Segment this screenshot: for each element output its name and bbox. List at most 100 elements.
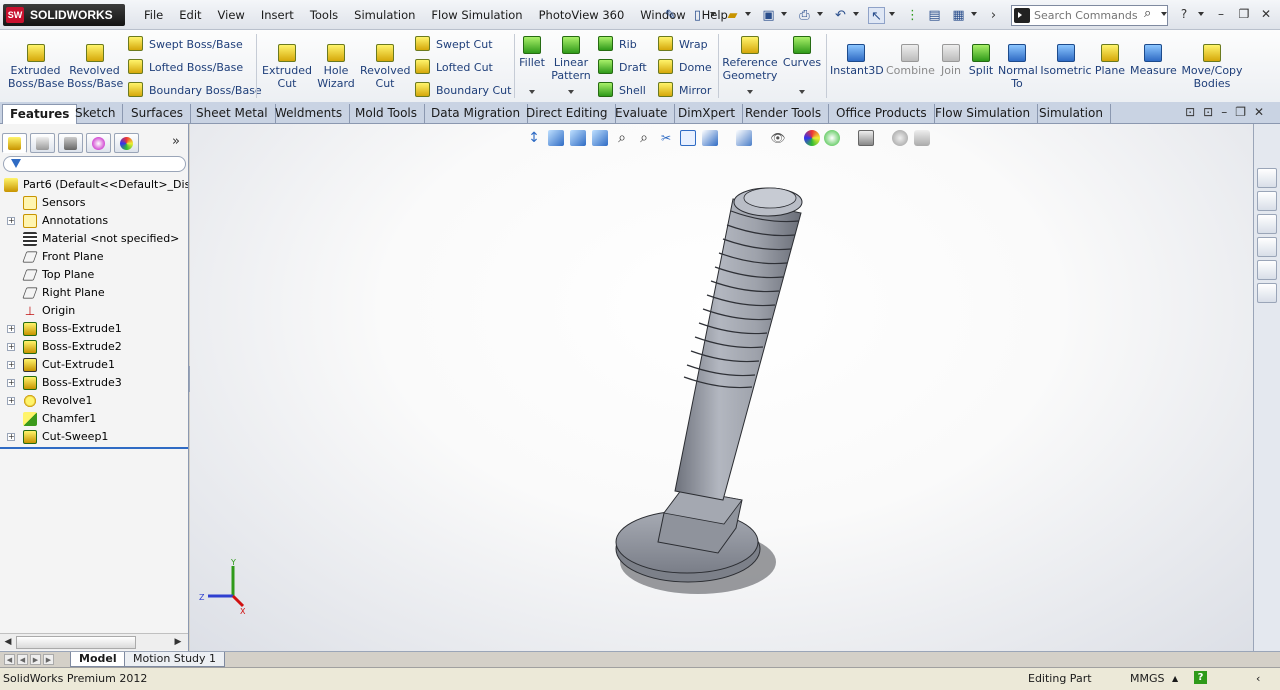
file-explorer-icon[interactable] xyxy=(1257,214,1277,234)
rib-button[interactable]: Rib xyxy=(598,36,637,53)
menu-tools[interactable]: Tools xyxy=(302,8,346,22)
tab-dimxpert[interactable]: DimXpert xyxy=(671,104,744,124)
draft-button[interactable]: Draft xyxy=(598,59,647,76)
tab-features[interactable]: Features xyxy=(2,104,78,125)
pin-icon[interactable]: ✎ xyxy=(662,7,679,24)
tree-item-boss-extrude3[interactable]: + Boss-Extrude3 xyxy=(0,374,188,392)
save-icon[interactable]: ▣ xyxy=(760,7,777,24)
expand-icon[interactable]: + xyxy=(7,361,15,369)
feature-manager-tab[interactable] xyxy=(2,133,27,153)
tab-data-migration[interactable]: Data Migration xyxy=(424,104,529,124)
first-tab-icon[interactable]: ◀ xyxy=(4,654,15,665)
open-folder-icon[interactable]: ▰ xyxy=(724,7,741,24)
plane-button[interactable]: Plane xyxy=(1094,44,1126,77)
menu-view[interactable]: View xyxy=(210,8,253,22)
tree-item-front-plane[interactable]: Front Plane xyxy=(0,248,188,266)
linear-pattern-button[interactable]: Linear Pattern xyxy=(550,36,592,82)
configuration-manager-tab[interactable] xyxy=(58,133,83,153)
dome-button[interactable]: Dome xyxy=(658,59,712,76)
tab-weldments[interactable]: Weldments xyxy=(268,104,351,124)
new-document-icon[interactable]: ▯ xyxy=(689,7,706,24)
tab-simulation[interactable]: Simulation xyxy=(1032,104,1111,124)
tree-item-top-plane[interactable]: Top Plane xyxy=(0,266,188,284)
boundary-boss-button[interactable]: Boundary Boss/Base xyxy=(128,82,262,99)
menu-flow-simulation[interactable]: Flow Simulation xyxy=(423,8,530,22)
print-icon[interactable]: ⎙ xyxy=(796,7,813,24)
revolved-cut-button[interactable]: Revolved Cut xyxy=(360,44,410,90)
unit-system[interactable]: MMGS xyxy=(1130,672,1165,685)
select-arrow-icon[interactable]: ↖ xyxy=(868,7,885,24)
expand-icon[interactable]: + xyxy=(7,433,15,441)
solidworks-resources-icon[interactable] xyxy=(1257,168,1277,188)
tree-item-revolve1[interactable]: + Revolve1 xyxy=(0,392,188,410)
lofted-cut-button[interactable]: Lofted Cut xyxy=(415,59,493,76)
menu-simulation[interactable]: Simulation xyxy=(346,8,423,22)
curves-dropdown-icon[interactable] xyxy=(799,90,805,94)
join-button[interactable]: Join xyxy=(937,44,965,77)
graphics-area[interactable]: ↕ ⌕ ⌕ ✂ 👁 Y Z X xyxy=(190,124,1253,651)
view-palette-icon[interactable] xyxy=(1257,237,1277,257)
revolved-boss-button[interactable]: Revolved Boss/Base xyxy=(67,44,123,90)
bolt-model[interactable] xyxy=(190,124,1253,651)
shell-button[interactable]: Shell xyxy=(598,82,646,99)
property-manager-tab[interactable] xyxy=(30,133,55,153)
menu-photoview[interactable]: PhotoView 360 xyxy=(531,8,633,22)
rebuild-traffic-light-icon[interactable]: ⋮ xyxy=(904,7,921,24)
hole-wizard-button[interactable]: Hole Wizard xyxy=(314,44,358,90)
scroll-right-icon[interactable]: ▶ xyxy=(172,636,184,648)
menu-edit[interactable]: Edit xyxy=(171,8,209,22)
scroll-thumb[interactable] xyxy=(16,636,136,649)
save-dropdown-icon[interactable] xyxy=(781,12,787,16)
document-window-controls[interactable]: ⊡⊡–❐✕ xyxy=(1185,105,1272,119)
tab-office-products[interactable]: Office Products xyxy=(829,104,935,124)
next-tab-icon[interactable]: ▶ xyxy=(30,654,41,665)
wrap-button[interactable]: Wrap xyxy=(658,36,708,53)
undo-dropdown-icon[interactable] xyxy=(853,12,859,16)
options-icon[interactable]: ▦ xyxy=(950,7,967,24)
toolbar-overflow-icon[interactable]: › xyxy=(985,7,1002,24)
instant3d-button[interactable]: Instant3D xyxy=(830,44,884,77)
menu-file[interactable]: File xyxy=(136,8,171,22)
measure-button[interactable]: Measure xyxy=(1130,44,1177,77)
tree-item-origin[interactable]: ⊥ Origin xyxy=(0,302,188,320)
tree-item-cut-extrude1[interactable]: + Cut-Extrude1 xyxy=(0,356,188,374)
search-icon[interactable]: ⌕ xyxy=(1144,6,1151,21)
tab-evaluate[interactable]: Evaluate xyxy=(608,104,676,124)
tree-horizontal-scrollbar[interactable]: ◀ ▶ xyxy=(0,633,188,650)
help-dropdown-icon[interactable] xyxy=(1198,12,1204,16)
new-dropdown-icon[interactable] xyxy=(710,12,716,16)
combine-button[interactable]: Combine xyxy=(886,44,935,77)
pattern-dropdown-icon[interactable] xyxy=(568,90,574,94)
swept-boss-button[interactable]: Swept Boss/Base xyxy=(128,36,243,53)
appearances-icon[interactable] xyxy=(1257,260,1277,280)
fillet-button[interactable]: Fillet xyxy=(517,36,547,69)
open-dropdown-icon[interactable] xyxy=(745,12,751,16)
prev-tab-icon[interactable]: ◀ xyxy=(17,654,28,665)
tree-item-chamfer1[interactable]: Chamfer1 xyxy=(0,410,188,428)
tree-item-sensors[interactable]: Sensors xyxy=(0,194,188,212)
tab-surfaces[interactable]: Surfaces xyxy=(124,104,191,124)
curves-button[interactable]: Curves xyxy=(782,36,822,69)
isometric-button[interactable]: Isometric xyxy=(1040,44,1092,77)
swept-cut-button[interactable]: Swept Cut xyxy=(415,36,493,53)
tab-direct-editing[interactable]: Direct Editing xyxy=(519,104,616,124)
tab-model[interactable]: Model xyxy=(70,652,126,667)
file-properties-icon[interactable]: ▤ xyxy=(926,7,943,24)
tree-item-cut-sweep1[interactable]: + Cut-Sweep1 xyxy=(0,428,188,446)
tab-mold-tools[interactable]: Mold Tools xyxy=(348,104,426,124)
expand-icon[interactable]: + xyxy=(7,325,15,333)
tab-sketch[interactable]: Sketch xyxy=(68,104,124,124)
extruded-cut-button[interactable]: Extruded Cut xyxy=(262,44,312,90)
search-dropdown-icon[interactable] xyxy=(1161,12,1167,16)
move-copy-bodies-button[interactable]: Move/Copy Bodies xyxy=(1180,44,1244,90)
mirror-button[interactable]: Mirror xyxy=(658,82,711,99)
tree-item-annotations[interactable]: + Annotations xyxy=(0,212,188,230)
expand-panel-icon[interactable]: » xyxy=(172,134,180,149)
expand-icon[interactable]: + xyxy=(7,379,15,387)
tree-item-material[interactable]: Material <not specified> xyxy=(0,230,188,248)
options-dropdown-icon[interactable] xyxy=(971,12,977,16)
reference-geometry-button[interactable]: Reference Geometry xyxy=(722,36,778,82)
tab-sheet-metal[interactable]: Sheet Metal xyxy=(189,104,276,124)
tree-root[interactable]: Part6 (Default<<Default>_Display State 1… xyxy=(0,176,188,194)
status-help-icon[interactable]: ? xyxy=(1194,671,1207,684)
